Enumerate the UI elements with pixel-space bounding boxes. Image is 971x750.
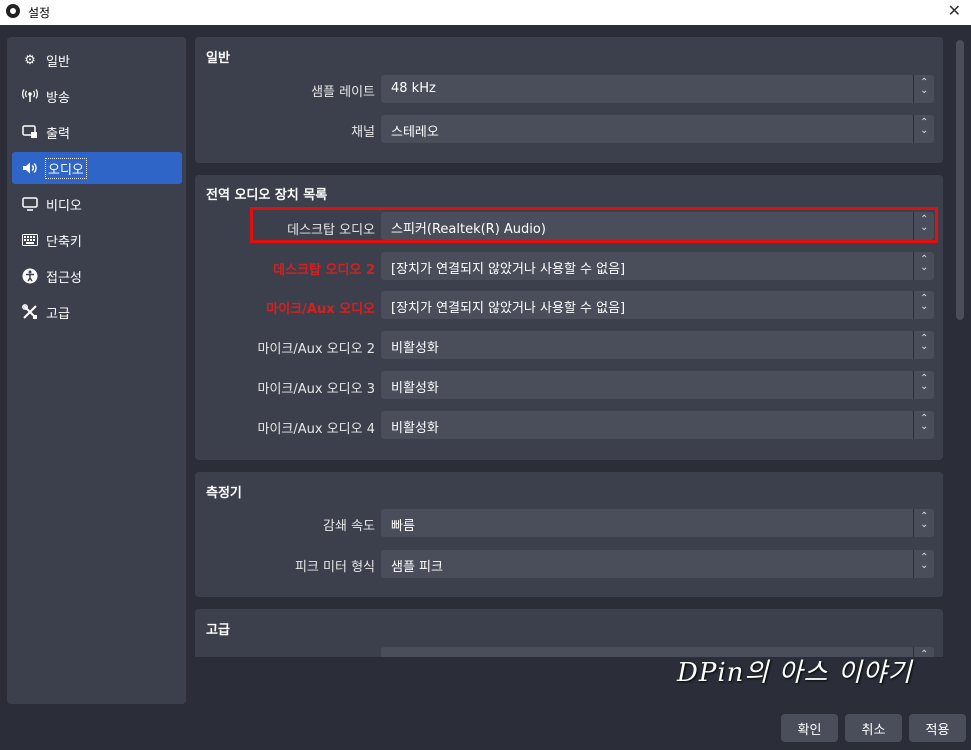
settings-content: 일반 샘플 레이트 48 kHz 채널 스테레오 전역 오디오 장치 목록 데스… — [195, 37, 943, 657]
peak-meter-type-label: 피크 미터 형식 — [294, 560, 375, 575]
meters-group: 측정기 감쇄 속도 빠름 피크 미터 형식 샘플 피크 — [195, 472, 943, 597]
sidebar-item-label: 일반 — [46, 54, 70, 70]
chevron-updown-icon — [913, 371, 934, 399]
combo-value: 비활성화 — [391, 421, 439, 436]
chevron-updown-icon — [913, 291, 934, 319]
sidebar-item-stream[interactable]: 방송 — [12, 80, 182, 112]
peak-meter-type-select[interactable]: 샘플 피크 — [381, 550, 934, 578]
obs-logo-icon — [6, 4, 20, 18]
close-icon[interactable]: ✕ — [948, 1, 961, 20]
sidebar-item-hotkeys[interactable]: 단축키 — [12, 224, 182, 256]
advanced-group: 고급 — [195, 609, 943, 657]
desktop-audio-2-label: 데스크탑 오디오 2 — [273, 263, 375, 278]
desktop-audio-highlight-box — [250, 207, 938, 243]
chevron-updown-icon — [913, 411, 934, 439]
general-group: 일반 샘플 레이트 48 kHz 채널 스테레오 — [195, 37, 943, 163]
sidebar-item-output[interactable]: 출력 — [12, 116, 182, 148]
cancel-button[interactable]: 취소 — [845, 714, 902, 742]
title-bar: 설정 ✕ — [0, 0, 971, 25]
decay-rate-select[interactable]: 빠름 — [381, 509, 934, 537]
mic-aux-audio-2-select[interactable]: 비활성화 — [381, 331, 934, 359]
combo-value: 빠름 — [391, 519, 415, 534]
apply-button[interactable]: 적용 — [909, 714, 966, 742]
chevron-updown-icon — [913, 115, 934, 143]
keyboard-icon — [22, 232, 38, 248]
sidebar-item-general[interactable]: ⚙ 일반 — [12, 44, 182, 76]
sidebar-item-video[interactable]: 비디오 — [12, 188, 182, 220]
speaker-icon — [22, 160, 38, 176]
sample-rate-select[interactable]: 48 kHz — [381, 75, 934, 103]
sidebar-item-label: 출력 — [46, 126, 70, 142]
settings-sidebar: ⚙ 일반 방송 출력 오디오 비디오 단축키 접근성 고급 — [7, 37, 186, 704]
gear-icon: ⚙ — [24, 52, 36, 68]
sidebar-item-accessibility[interactable]: 접근성 — [12, 260, 182, 292]
sidebar-item-label: 비디오 — [46, 198, 82, 214]
combo-value: [장치가 연결되지 않았거나 사용할 수 없음] — [391, 301, 626, 316]
sidebar-item-label: 방송 — [46, 90, 70, 106]
scrollbar-thumb[interactable] — [956, 40, 964, 320]
sidebar-item-label: 고급 — [46, 306, 70, 322]
combo-value: 샘플 피크 — [391, 560, 443, 575]
mic-aux-audio-3-label: 마이크/Aux 오디오 3 — [257, 382, 375, 397]
combo-value: 48 kHz — [391, 81, 436, 96]
sidebar-item-audio[interactable]: 오디오 — [12, 152, 182, 184]
ok-button[interactable]: 확인 — [781, 714, 838, 742]
window-title: 설정 — [28, 6, 51, 20]
combo-value: 비활성화 — [391, 341, 439, 356]
group-title: 고급 — [206, 623, 230, 638]
chevron-updown-icon — [913, 252, 934, 280]
group-title: 측정기 — [206, 486, 242, 501]
output-icon — [22, 124, 38, 140]
channel-label: 채널 — [351, 125, 375, 140]
group-title: 일반 — [206, 51, 230, 66]
chevron-updown-icon — [913, 550, 934, 578]
tools-icon — [22, 304, 38, 320]
sidebar-item-advanced[interactable]: 고급 — [12, 296, 182, 328]
group-title: 전역 오디오 장치 목록 — [206, 188, 328, 203]
accessibility-icon — [22, 268, 38, 284]
decay-rate-label: 감쇄 속도 — [323, 519, 375, 534]
chevron-updown-icon — [913, 331, 934, 359]
sidebar-item-label: 단축키 — [46, 234, 82, 250]
mic-aux-audio-2-label: 마이크/Aux 오디오 2 — [257, 342, 375, 357]
combo-value: 비활성화 — [391, 381, 439, 396]
mic-aux-audio-select[interactable]: [장치가 연결되지 않았거나 사용할 수 없음] — [381, 291, 934, 319]
combo-value: [장치가 연결되지 않았거나 사용할 수 없음] — [391, 262, 626, 277]
desktop-audio-2-select[interactable]: [장치가 연결되지 않았거나 사용할 수 없음] — [381, 252, 934, 280]
mic-aux-audio-4-label: 마이크/Aux 오디오 4 — [257, 422, 375, 437]
mic-aux-audio-label: 마이크/Aux 오디오 — [266, 302, 375, 317]
sidebar-item-label: 접근성 — [46, 270, 82, 286]
combo-value: 스테레오 — [391, 125, 439, 140]
monitor-icon — [22, 196, 38, 212]
sample-rate-label: 샘플 레이트 — [311, 85, 375, 100]
watermark: DPin의 아스 이야기 — [677, 658, 913, 688]
broadcast-icon — [22, 88, 38, 104]
chevron-updown-icon — [913, 75, 934, 103]
mic-aux-audio-3-select[interactable]: 비활성화 — [381, 371, 934, 399]
channel-select[interactable]: 스테레오 — [381, 115, 934, 143]
mic-aux-audio-4-select[interactable]: 비활성화 — [381, 411, 934, 439]
chevron-updown-icon — [913, 647, 934, 657]
chevron-updown-icon — [913, 509, 934, 537]
sidebar-item-label: 오디오 — [45, 157, 87, 179]
